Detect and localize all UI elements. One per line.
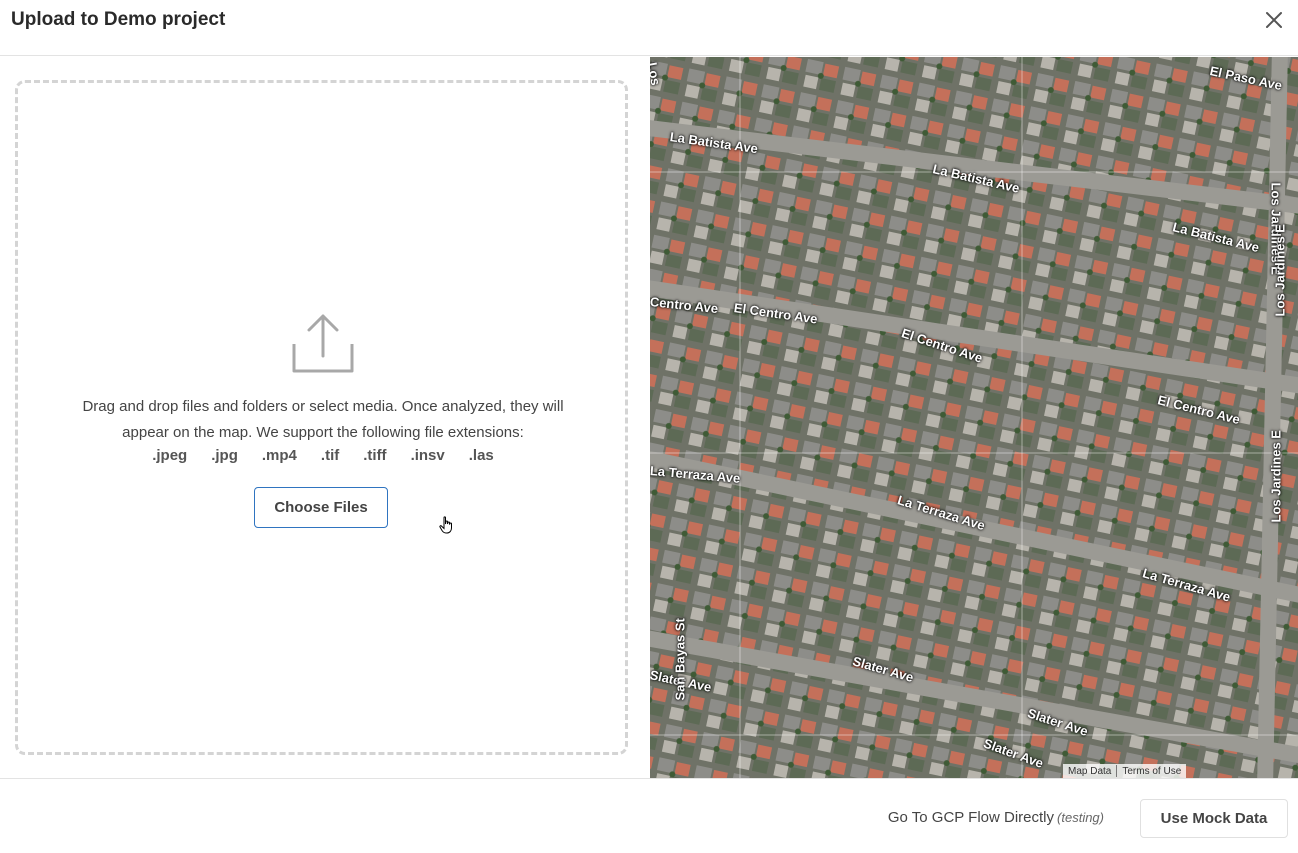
instructions-line-2: appear on the map. We support the follow… bbox=[122, 424, 524, 441]
extension-item: .jpeg bbox=[152, 447, 188, 464]
street-label: San Bayas St bbox=[672, 618, 688, 701]
close-icon[interactable] bbox=[1264, 10, 1284, 30]
upload-icon bbox=[291, 312, 355, 374]
dialog-header: Upload to Demo project bbox=[0, 0, 1298, 56]
hand-cursor-icon bbox=[439, 516, 455, 534]
use-mock-data-button[interactable]: Use Mock Data bbox=[1140, 799, 1288, 838]
instructions-line-1: Drag and drop files and folders or selec… bbox=[82, 398, 564, 415]
dialog-footer: Go To GCP Flow Directly (testing) Use Moc… bbox=[0, 778, 1298, 853]
extension-item: .tiff bbox=[363, 447, 387, 464]
file-dropzone[interactable]: Drag and drop files and folders or selec… bbox=[15, 80, 628, 755]
street-label: Los Jardines E bbox=[1272, 224, 1288, 317]
gcp-flow-label: Go To GCP Flow Directly bbox=[887, 809, 1055, 826]
dialog-title: Upload to Demo project bbox=[11, 9, 226, 30]
gcp-flow-link[interactable]: Go To GCP Flow Directly (testing) bbox=[888, 809, 1104, 826]
street-label: Los Jardines E bbox=[1268, 430, 1284, 523]
map-attribution: Map Data Terms of Use bbox=[1063, 764, 1187, 778]
gcp-flow-note: (testing) bbox=[1057, 810, 1104, 825]
extension-list: .jpeg .jpg .mp4 .tif .tiff .insv .las bbox=[38, 447, 608, 464]
extension-item: .jpg bbox=[211, 447, 238, 464]
extension-item: .mp4 bbox=[261, 447, 297, 464]
terms-of-use-link[interactable]: Terms of Use bbox=[1117, 766, 1186, 777]
extension-item: .insv bbox=[410, 447, 445, 464]
extension-item: .tif bbox=[320, 447, 340, 464]
extension-item: .las bbox=[468, 447, 494, 464]
map-view[interactable]: Los El Paso Ave La Batista Ave La Batist… bbox=[650, 57, 1298, 778]
choose-files-button[interactable]: Choose Files bbox=[254, 487, 388, 528]
map-data-link[interactable]: Map Data bbox=[1063, 766, 1116, 777]
dropzone-instructions: Drag and drop files and folders or selec… bbox=[38, 394, 608, 446]
